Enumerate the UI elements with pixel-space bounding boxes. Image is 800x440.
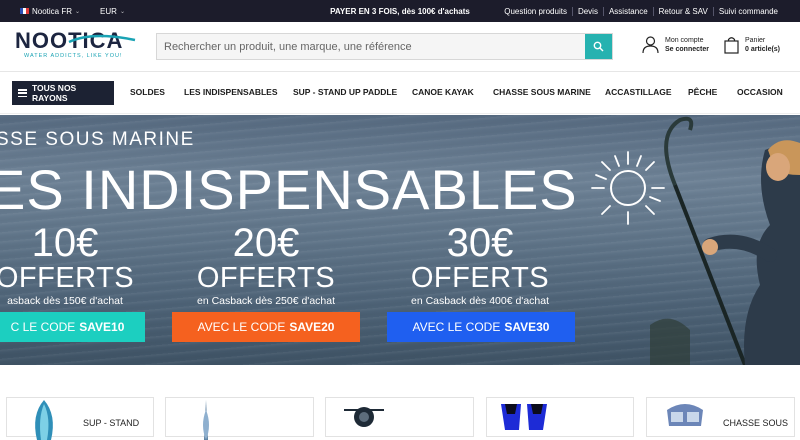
offer-10: 10€ OFFERTS asback dès 150€ d'achat (0, 223, 140, 307)
user-icon (642, 36, 659, 54)
chevron-down-icon: ⌄ (119, 8, 125, 15)
offer-label: OFFERTS (410, 262, 550, 294)
offer-label: OFFERTS (0, 262, 135, 294)
top-bar: Nootica FR ⌄ EUR ⌄ PAYER EN 3 FOIS, dès … (0, 0, 800, 22)
product-card-2[interactable] (165, 397, 314, 440)
product-label: CHASSE SOUS (723, 418, 789, 428)
all-departments-label: TOUS NOS RAYONS (31, 83, 77, 103)
account-label: Mon compte (665, 37, 704, 44)
code-prefix: AVEC LE CODE (197, 320, 286, 334)
code-value: SAVE20 (289, 320, 335, 334)
offer-cashback: asback dès 150€ d'achat (7, 295, 123, 307)
nav-item-sup[interactable]: SUP - STAND UP PADDLE (293, 87, 397, 97)
search-input[interactable] (157, 34, 585, 59)
nav-item-peche[interactable]: PÊCHE (688, 87, 717, 97)
chevron-down-icon: ⌄ (75, 8, 81, 15)
wave-swoosh-icon (68, 34, 136, 44)
product-label: SUP - STAND (83, 418, 140, 428)
product-card-sup[interactable]: SUP - STAND (6, 397, 154, 440)
link-question-produits[interactable]: Question produits (499, 7, 572, 16)
offer-amount: 30€ (446, 221, 514, 265)
paddle-image (203, 400, 209, 440)
offer-label: OFFERTS (196, 262, 336, 294)
offer-30: 30€ OFFERTS en Casback dès 400€ d'achat (390, 223, 570, 307)
diver-with-speargun-image (650, 116, 800, 365)
search-bar (156, 33, 613, 60)
store-selector[interactable]: Nootica FR ⌄ (20, 7, 80, 16)
currency-selector[interactable]: EUR ⌄ (100, 7, 125, 16)
nav-item-soldes[interactable]: SOLDES (130, 87, 165, 97)
product-card-3[interactable] (325, 397, 474, 437)
fishing-reel-image (344, 407, 384, 427)
nav-item-canoe-kayak[interactable]: CANOE KAYAK (412, 87, 474, 97)
code-value: SAVE10 (79, 320, 125, 334)
france-flag-icon (20, 8, 29, 14)
code-prefix: C LE CODE (10, 320, 76, 334)
nav-item-indispensables[interactable]: LES INDISPENSABLES (184, 87, 278, 97)
site-logo[interactable]: NOOTICA WATER ADDICTS, LIKE YOU! (15, 30, 140, 64)
cart-count: 0 article(s) (745, 46, 781, 53)
product-card-4[interactable] (486, 397, 634, 437)
menu-icon (18, 89, 27, 97)
link-devis[interactable]: Devis (571, 6, 603, 16)
code-button-save20[interactable]: AVEC LE CODE SAVE20 (172, 312, 360, 342)
main-nav: TOUS NOS RAYONS SOLDES LES INDISPENSABLE… (0, 72, 800, 114)
offer-amount: 10€ (31, 221, 99, 265)
store-label: Nootica FR (32, 6, 73, 16)
code-button-save10[interactable]: C LE CODE SAVE10 (0, 312, 145, 342)
diving-mask-image (667, 404, 703, 426)
product-card-chasse[interactable]: CHASSE SOUS (646, 397, 795, 437)
diving-fins-image (501, 404, 547, 430)
currency-label: EUR (100, 6, 117, 16)
search-icon (593, 41, 604, 52)
banner-title: ES INDISPENSABLES (0, 158, 578, 221)
offer-amount: 20€ (232, 221, 300, 265)
link-retour-sav[interactable]: Retour & SAV (652, 6, 713, 16)
paddle-board-image (35, 400, 53, 440)
account-link[interactable]: Mon compte Se connecter (642, 36, 709, 54)
hero-banner[interactable]: SSE SOUS MARINE ES INDISPENSABLES 10€ OF… (0, 115, 800, 365)
link-assistance[interactable]: Assistance (602, 6, 653, 16)
site-header: NOOTICA WATER ADDICTS, LIKE YOU! Mon com… (0, 22, 800, 72)
nav-item-occasion[interactable]: OCCASION (737, 87, 783, 97)
offer-cashback: en Casback dès 400€ d'achat (410, 295, 550, 307)
code-button-save30[interactable]: AVEC LE CODE SAVE30 (387, 312, 575, 342)
logo-tagline: WATER ADDICTS, LIKE YOU! (24, 53, 123, 59)
cart-label: Panier (745, 37, 766, 44)
code-prefix: AVEC LE CODE (412, 320, 501, 334)
banner-subtitle: SSE SOUS MARINE (0, 129, 195, 150)
promo-text: PAYER EN 3 FOIS, dès 100€ d'achats (330, 6, 470, 16)
offer-cashback: en Casback dès 250€ d'achat (196, 295, 336, 307)
login-label: Se connecter (665, 46, 709, 53)
offer-20: 20€ OFFERTS en Casback dès 250€ d'achat (176, 223, 356, 307)
code-value: SAVE30 (504, 320, 550, 334)
nav-item-accastillage[interactable]: ACCASTILLAGE (605, 87, 672, 97)
link-suivi-commande[interactable]: Suivi commande (712, 6, 783, 16)
search-button[interactable] (585, 34, 612, 59)
all-departments-button[interactable]: TOUS NOS RAYONS (12, 81, 114, 105)
cart-link[interactable]: Panier 0 article(s) (724, 36, 780, 54)
nav-item-chasse-sous-marine[interactable]: CHASSE SOUS MARINE (493, 87, 591, 97)
cart-bag-icon (724, 37, 739, 54)
